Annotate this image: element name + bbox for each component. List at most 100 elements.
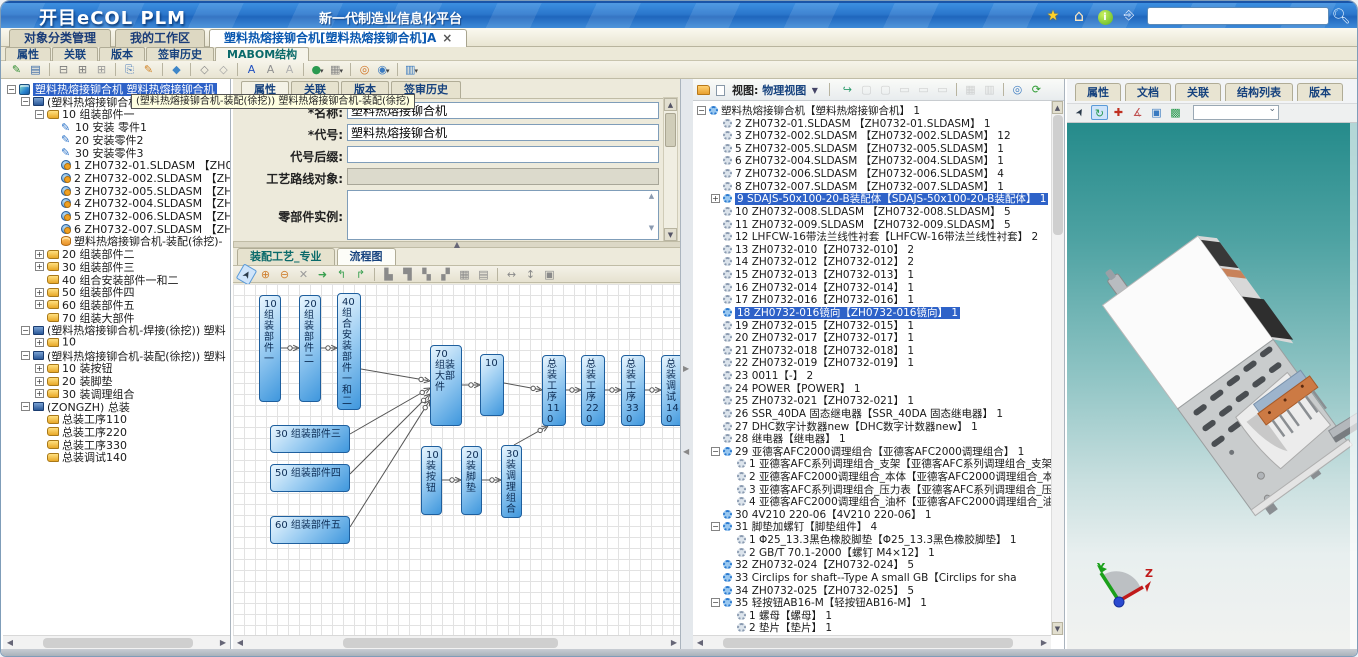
tree-node[interactable]: −总装工序110: [3, 411, 127, 424]
tree-node[interactable]: −总装调试140: [3, 449, 127, 462]
tree-node[interactable]: −19 ZH0732-015【ZH0732-015】 1: [693, 318, 914, 330]
tree-node[interactable]: −3 ZH0732-002.SLDASM 【ZH0732-002.SLDASM】…: [693, 128, 1011, 140]
tree-node[interactable]: −15 ZH0732-013【ZH0732-013】 1: [693, 267, 914, 279]
tree-node[interactable]: −13 ZH0732-010【ZH0732-010】 2: [693, 242, 914, 254]
find-small-icon[interactable]: A: [262, 62, 279, 77]
expand-icon[interactable]: +: [35, 364, 44, 373]
tree-node[interactable]: −2 ZH0732-01.SLDASM 【ZH0732-01.SLDASM】 1: [693, 116, 991, 128]
collapse-icon[interactable]: −: [21, 402, 30, 411]
tree-node[interactable]: −1 螺母【螺母】 1: [693, 608, 832, 620]
collapse-icon[interactable]: −: [35, 110, 44, 119]
flow-node-n2[interactable]: 20 组装部件二: [299, 295, 321, 402]
logout-icon[interactable]: ⎆: [1119, 6, 1139, 26]
bom-tree-hscrollbar[interactable]: ◀ ▶: [693, 635, 1051, 649]
tree-node[interactable]: −21 ZH0732-018【ZH0732-018】 1: [693, 343, 914, 355]
user-actions-icon[interactable]: ◉▾: [375, 62, 392, 77]
tree-node[interactable]: −14 ZH0732-012【ZH0732-012】 2: [693, 254, 914, 266]
tree-node[interactable]: −7 ZH0732-006.SLDASM 【ZH0732-006.SLDASM】…: [693, 166, 1004, 178]
copy-struct-icon[interactable]: ⎘: [121, 62, 138, 77]
tree-node[interactable]: −✎30 安装零件3: [3, 145, 144, 158]
preview-tab-1[interactable]: 属性: [1075, 83, 1121, 101]
tree-node[interactable]: +60 组装部件五: [3, 297, 135, 310]
fit-height-icon[interactable]: ↕: [522, 267, 539, 282]
tree-node[interactable]: −26 SSR_40DA 固态继电器【SSR_40DA 固态继电器】 1: [693, 406, 1003, 418]
struct-expand-icon[interactable]: ⊞: [74, 62, 91, 77]
save-icon[interactable]: ▤: [27, 62, 44, 77]
chevron-down-icon[interactable]: ▼: [812, 86, 818, 95]
view-mode-icon[interactable]: ▦▾: [328, 62, 345, 77]
flow-tab-2[interactable]: 流程图: [337, 248, 396, 265]
view3d-combo[interactable]: [1193, 105, 1279, 120]
field-input[interactable]: [347, 124, 659, 141]
tree-node[interactable]: −2 GB/T 70.1-2000【螺钉 M4×12】 1: [693, 545, 935, 557]
tree-node[interactable]: −2 垫片【垫片】 1: [693, 620, 832, 632]
tree-node[interactable]: −8 ZH0732-007.SLDASM 【ZH0732-007.SLDASM】…: [693, 179, 1004, 191]
link-up-icon[interactable]: ↰: [333, 267, 350, 282]
nav-back-icon[interactable]: ↪: [839, 82, 856, 97]
tree-node[interactable]: −3 亚德客AFC系列调理组合_压力表【亚德客AFC系列调理组合_压力: [693, 482, 1063, 494]
tree-node[interactable]: −10 组装部件一: [3, 106, 135, 119]
tree-node[interactable]: +20 组装部件二: [3, 246, 135, 259]
fit-all-icon[interactable]: ▣: [541, 267, 558, 282]
global-search-input[interactable]: [1147, 7, 1329, 25]
tree-node[interactable]: −16 ZH0732-014【ZH0732-014】 1: [693, 280, 914, 292]
expand-icon[interactable]: +: [35, 377, 44, 386]
tree-node[interactable]: −5 ZH0732-006.SLDASM 【ZH0732-006.SLDASM】: [3, 208, 230, 221]
part-instance-field[interactable]: ▲▼: [347, 190, 659, 240]
module-tab-3[interactable]: 版本: [99, 47, 145, 61]
flow-node-n7[interactable]: 总装工序220: [581, 355, 605, 426]
tree-node[interactable]: −总装工序330: [3, 437, 127, 450]
edit-icon[interactable]: ✎: [8, 62, 25, 77]
collapse-icon[interactable]: −: [711, 522, 720, 531]
star-icon[interactable]: ★: [1043, 6, 1063, 26]
tree-node[interactable]: −塑料热熔接铆合机-装配(徐挖)-: [3, 233, 223, 246]
tree-node[interactable]: −29 亚德客AFC2000调理组合【亚德客AFC2000调理组合】 1: [693, 444, 1024, 456]
tree-node[interactable]: −30 4V210 220-06【4V210 220-06】 1: [693, 507, 932, 519]
find-icon[interactable]: ◎: [1009, 82, 1026, 97]
tree-node[interactable]: −塑料热熔接铆合机【塑料热熔接铆合机】 1: [693, 103, 920, 115]
flow-node-n9[interactable]: 总装调试140: [661, 355, 681, 426]
flow-tab-1[interactable]: 装配工艺_专业: [237, 248, 335, 265]
tree-node[interactable]: −4 亚德客AFC2000调理组合_油杯【亚德客AFC2000调理组合_油杯: [693, 494, 1064, 506]
tree-node[interactable]: +10: [3, 335, 76, 348]
tree-node[interactable]: −24 POWER【POWER】 1: [693, 381, 861, 393]
add-part-icon[interactable]: ◆: [168, 62, 185, 77]
expand-icon[interactable]: +: [35, 262, 44, 271]
field-input[interactable]: [347, 146, 659, 163]
tree-node[interactable]: −(塑料热熔接铆合机-装配(徐挖)) 塑料: [3, 348, 226, 361]
expand-icon[interactable]: +: [711, 194, 720, 203]
expand-icon[interactable]: +: [35, 389, 44, 398]
tree-node[interactable]: −10 ZH0732-008.SLDASM 【ZH0732-008.SLDASM…: [693, 204, 1011, 216]
tree-node[interactable]: −3 ZH0732-005.SLDASM 【ZH0732-005.SLDASM】: [3, 183, 230, 196]
publish-icon[interactable]: ●▾: [309, 62, 326, 77]
module-tab-4[interactable]: 签审历史: [146, 47, 214, 61]
flow-node-n6[interactable]: 总装工序110: [542, 355, 566, 426]
tree-node[interactable]: −22 ZH0732-019【ZH0732-019】 1: [693, 355, 914, 367]
rotate-icon[interactable]: ↻: [1091, 105, 1108, 120]
flow-node-n12[interactable]: 60 组装部件五: [270, 516, 350, 544]
splitter-collapse[interactable]: ▲: [233, 241, 681, 248]
tree-node[interactable]: −4 ZH0732-004.SLDASM 【ZH0732-004.SLDASM】: [3, 195, 230, 208]
tree-node[interactable]: −2 ZH0732-002.SLDASM 【ZH0732-002.SLDASM】: [3, 170, 230, 183]
flow-node-n3[interactable]: 40 组合安装部件一和二: [337, 293, 361, 410]
data-ops-icon[interactable]: ▥▾: [403, 62, 420, 77]
flow-node-n10[interactable]: 30 组装部件三: [270, 425, 350, 453]
tree-node[interactable]: −25 ZH0732-021【ZH0732-021】 1: [693, 393, 914, 405]
close-tab-icon[interactable]: ×: [442, 31, 452, 45]
cursor3d-icon[interactable]: ➤: [1070, 101, 1091, 123]
tree-node[interactable]: −35 轻按钮AB16-M【轻按钮AB16-M】 1: [693, 595, 927, 607]
nudge-right-icon[interactable]: ▶: [683, 364, 689, 373]
expand-icon[interactable]: +: [35, 250, 44, 259]
tree-node[interactable]: −12 LHFCW-16带法兰线性衬套【LHFCW-16带法兰线性衬套】 2: [693, 229, 1038, 241]
align-bot-icon[interactable]: ▞: [437, 267, 454, 282]
flow-node-n4[interactable]: 70 组装大部件: [430, 345, 462, 426]
font-edit-icon[interactable]: A: [243, 62, 260, 77]
edit-doc-icon[interactable]: ✎: [140, 62, 157, 77]
tree-node[interactable]: −✎10 安装 零件1: [3, 119, 147, 132]
preview-tab-3[interactable]: 关联: [1175, 83, 1221, 101]
tree-node[interactable]: −✎20 安装零件2: [3, 132, 144, 145]
tree-node[interactable]: −1 亚德客AFC系列调理组合_支架【亚德客AFC系列调理组合_支架】: [693, 456, 1063, 468]
tree-node[interactable]: −70 组装大部件: [3, 310, 135, 323]
expand-icon[interactable]: +: [35, 338, 44, 347]
delete-icon[interactable]: ✕: [295, 267, 312, 282]
